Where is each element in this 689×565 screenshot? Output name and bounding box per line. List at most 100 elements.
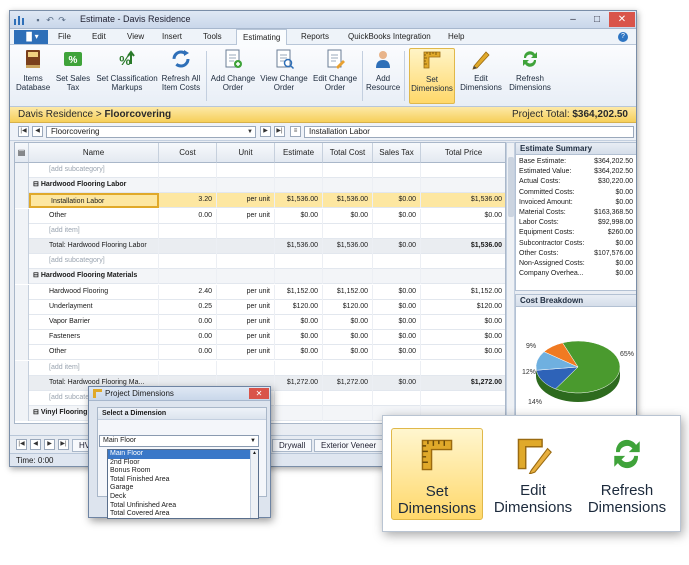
cell-tax[interactable]: [373, 391, 421, 406]
cell-cost[interactable]: 0.00: [159, 315, 217, 330]
grid-scrollbar[interactable]: [506, 142, 515, 424]
cell-est[interactable]: [275, 223, 323, 239]
cell-tprice[interactable]: [421, 163, 505, 178]
cell-tcost[interactable]: [323, 178, 373, 194]
cell-cost[interactable]: [159, 360, 217, 376]
cell-name[interactable]: Underlayment: [29, 299, 159, 315]
edit-change-order-button[interactable]: Edit Change Order: [312, 48, 358, 104]
category-combo[interactable]: Floorcovering ▼: [46, 126, 256, 138]
cell-tcost[interactable]: $1,272.00: [323, 375, 373, 391]
cell-tprice[interactable]: $1,536.00: [421, 239, 505, 254]
menu-insert[interactable]: Insert: [162, 32, 182, 41]
row-indicator[interactable]: [15, 406, 29, 422]
dimension-option[interactable]: 2nd Floor: [108, 459, 258, 468]
col-header-name[interactable]: Name: [29, 143, 159, 163]
cell-est[interactable]: $1,272.00: [275, 375, 323, 391]
cell-name[interactable]: Other: [29, 208, 159, 224]
cell-name[interactable]: [add item]: [29, 360, 159, 376]
cell-tprice[interactable]: $0.00: [421, 330, 505, 345]
cell-cost[interactable]: [159, 254, 217, 270]
zoom-set-dimensions-button[interactable]: Set Dimensions: [391, 428, 483, 520]
dimension-option[interactable]: Deck: [108, 493, 258, 502]
refresh-all-item-costs-button[interactable]: Refresh All Item Costs: [161, 48, 201, 104]
cell-cost[interactable]: [159, 239, 217, 254]
cell-name[interactable]: Fasteners: [29, 330, 159, 346]
cell-tprice[interactable]: $1,272.00: [421, 376, 505, 391]
cell-est[interactable]: $0.00: [275, 208, 323, 224]
cell-name[interactable]: ⊟ Hardwood Flooring Labor: [29, 178, 159, 194]
refresh-dimensions-button[interactable]: Refresh Dimensions: [507, 48, 553, 104]
col-header-cost[interactable]: Cost: [159, 143, 217, 163]
set-sales-tax-button[interactable]: % Set Sales Tax: [54, 48, 92, 104]
row-indicator[interactable]: [15, 360, 29, 376]
table-row[interactable]: Installation Labor 3.20 per unit $1,536.00 $…: [15, 193, 505, 209]
dimension-option[interactable]: Garage: [108, 484, 258, 493]
set-classification-markups-button[interactable]: % Set Classification Markups: [96, 48, 158, 104]
cell-est[interactable]: [275, 391, 323, 406]
cell-tcost[interactable]: $1,536.00: [323, 239, 373, 254]
placeholder-row[interactable]: [add item]: [15, 223, 505, 239]
menu-tools[interactable]: Tools: [203, 32, 222, 41]
cell-est[interactable]: $0.00: [275, 345, 323, 361]
cell-tprice[interactable]: [421, 269, 505, 284]
cell-est[interactable]: [275, 360, 323, 376]
cell-name[interactable]: [add subcategory]: [29, 254, 159, 270]
cell-tprice[interactable]: $1,152.00: [421, 285, 505, 300]
cell-tax[interactable]: $0.00: [373, 284, 421, 300]
cell-name[interactable]: Total: Hardwood Flooring Labor: [29, 239, 159, 254]
group-row[interactable]: ⊟ Hardwood Flooring Labor: [15, 178, 505, 194]
cell-est[interactable]: [275, 406, 323, 422]
tab-first-icon[interactable]: |◀: [16, 439, 27, 450]
cell-unit[interactable]: [217, 254, 275, 270]
cell-est[interactable]: $1,536.00: [275, 193, 323, 209]
cell-unit[interactable]: [217, 223, 275, 239]
menu-help[interactable]: Help: [448, 32, 464, 41]
tab-drywall[interactable]: Drywall: [272, 439, 313, 452]
last-record-button[interactable]: ▶|: [274, 126, 285, 137]
close-button[interactable]: ✕: [609, 12, 635, 27]
cell-tcost[interactable]: $1,536.00: [323, 193, 373, 209]
cell-tcost[interactable]: $0.00: [323, 330, 373, 346]
table-row[interactable]: Vapor Barrier 0.00 per unit $0.00 $0.00 $0.00…: [15, 315, 505, 330]
first-record-button[interactable]: |◀: [18, 126, 29, 137]
cell-tax[interactable]: $0.00: [373, 315, 421, 330]
zoom-edit-dimensions-button[interactable]: Edit Dimensions: [487, 428, 579, 520]
col-header-unit[interactable]: Unit: [217, 143, 275, 163]
cell-cost[interactable]: 0.00: [159, 345, 217, 361]
cell-name[interactable]: [add subcategory]: [29, 163, 159, 178]
help-icon[interactable]: ?: [618, 32, 628, 42]
item-combo[interactable]: Installation Labor: [304, 126, 634, 138]
add-change-order-button[interactable]: Add Change Order: [210, 48, 256, 104]
cell-unit[interactable]: per unit: [217, 208, 275, 224]
cell-tprice[interactable]: $1,536.00: [421, 193, 505, 208]
table-row[interactable]: Other 0.00 per unit $0.00 $0.00 $0.00 $0.00: [15, 208, 505, 224]
cell-tax[interactable]: $0.00: [373, 239, 421, 254]
row-indicator[interactable]: [15, 193, 29, 209]
minimize-button[interactable]: –: [562, 12, 584, 27]
collapse-icon[interactable]: ⊟: [33, 409, 41, 416]
cell-est[interactable]: [275, 269, 323, 285]
cell-cost[interactable]: 3.20: [159, 193, 217, 209]
items-database-button[interactable]: Items Database: [16, 48, 50, 104]
maximize-button[interactable]: □: [586, 12, 608, 27]
zoom-refresh-dimensions-button[interactable]: Refresh Dimensions: [581, 428, 673, 520]
cell-tax[interactable]: $0.00: [373, 193, 421, 209]
table-row[interactable]: Other 0.00 per unit $0.00 $0.00 $0.00 $0.00: [15, 345, 505, 361]
cell-tprice[interactable]: [421, 361, 505, 376]
edit-dimensions-button[interactable]: Edit Dimensions: [458, 48, 504, 104]
row-indicator[interactable]: [15, 254, 29, 270]
row-indicator[interactable]: [15, 163, 29, 178]
cell-tcost[interactable]: $1,152.00: [323, 284, 373, 300]
cell-est[interactable]: $0.00: [275, 315, 323, 330]
cell-cost[interactable]: [159, 223, 217, 239]
cell-tcost[interactable]: $0.00: [323, 345, 373, 361]
cell-unit[interactable]: [217, 269, 275, 285]
col-header-sales-tax[interactable]: Sales Tax: [373, 143, 421, 163]
cell-unit[interactable]: [217, 163, 275, 178]
grid-corner-icon[interactable]: ▤: [15, 143, 29, 163]
cell-tax[interactable]: $0.00: [373, 375, 421, 391]
cell-tcost[interactable]: $0.00: [323, 208, 373, 224]
dimension-option[interactable]: Bonus Room: [108, 467, 258, 476]
dialog-close-button[interactable]: ✕: [249, 388, 269, 399]
cell-tprice[interactable]: [421, 178, 505, 193]
